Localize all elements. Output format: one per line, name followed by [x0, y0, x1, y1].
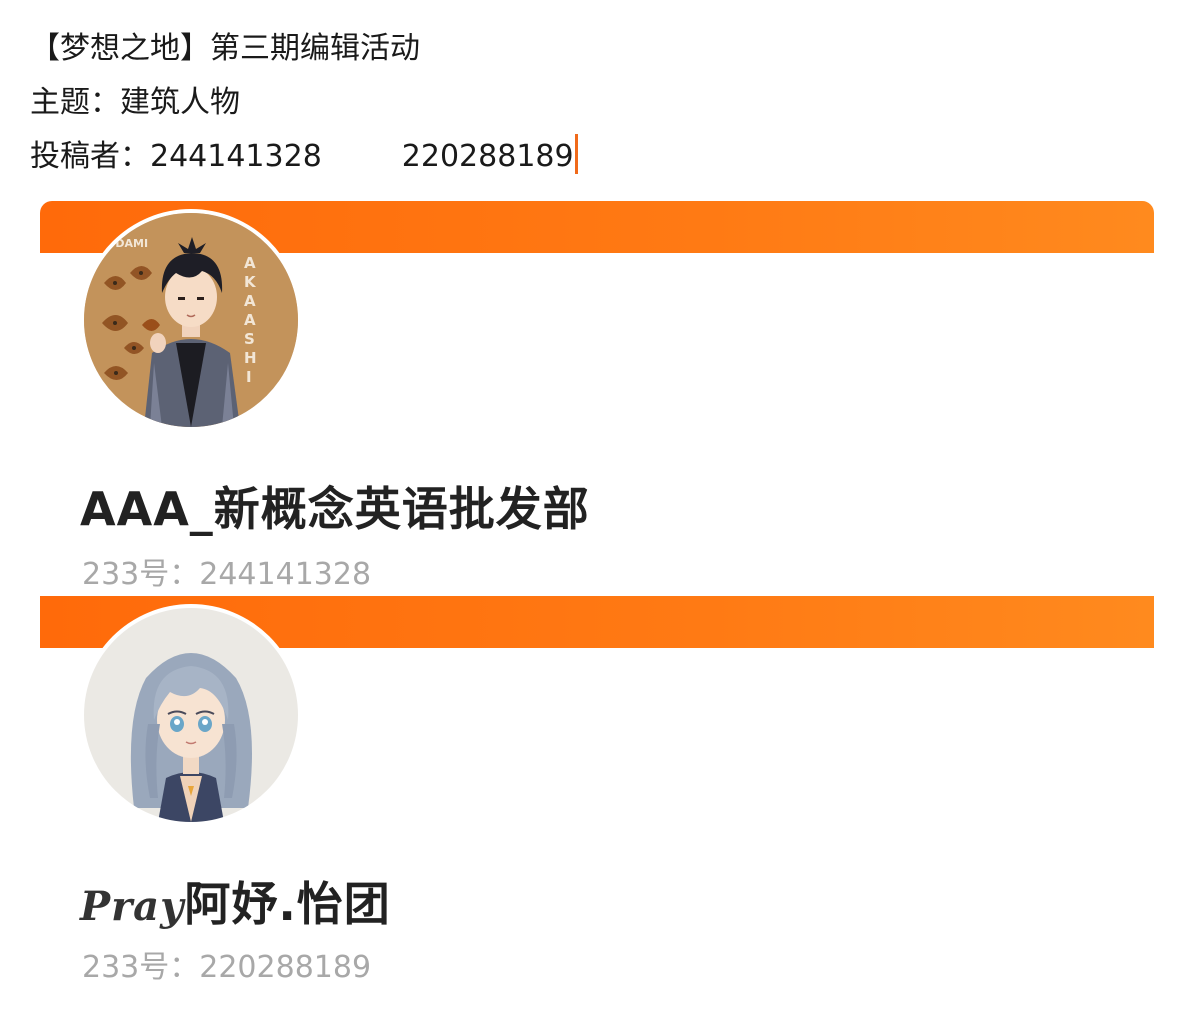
contributor-id-1: 244141328: [150, 139, 322, 174]
svg-text:K: K: [244, 273, 257, 291]
avatar-image-girl: [84, 608, 298, 822]
post-contributors: 投稿者：244141328 220288189: [30, 130, 1130, 184]
avatar-side-text: A K A A S H I: [244, 254, 257, 386]
profile-uid: 233号：220288189: [82, 950, 372, 985]
svg-text:H: H: [244, 349, 257, 367]
svg-text:I: I: [246, 368, 252, 386]
contributor-id-2: 220288189: [401, 139, 574, 174]
post-theme: 主题：建筑人物: [30, 85, 240, 120]
avatar[interactable]: A K A A S H I KODAMI: [84, 213, 298, 427]
profile-username: Pray阿妤.怡团: [80, 868, 391, 934]
username-script-prefix: Pray: [80, 883, 185, 930]
post-text[interactable]: 【梦想之地】第三期编辑活动 主题：建筑人物 投稿者：244141328 22028…: [30, 22, 1130, 184]
svg-text:A: A: [244, 292, 256, 310]
profile-username: AAA_新概念英语批发部: [80, 482, 590, 536]
profile-uid: 233号：244141328: [82, 557, 372, 592]
contributors-label: 投稿者：: [30, 139, 150, 174]
svg-text:S: S: [244, 330, 255, 348]
svg-text:A: A: [244, 311, 256, 329]
profile-card-1[interactable]: A K A A S H I KODAMI AAA_新概念英语批发部 233号：2…: [40, 201, 1154, 593]
post-title: 【梦想之地】第三期编辑活动: [30, 31, 420, 66]
username-text: 阿妤.怡团: [184, 877, 391, 931]
profile-card-2[interactable]: Pray阿妤.怡团 233号：220288189: [40, 596, 1154, 996]
svg-text:A: A: [244, 254, 256, 272]
avatar-image-boy: A K A A S H I KODAMI: [84, 213, 298, 427]
text-caret: [574, 134, 578, 174]
avatar[interactable]: [84, 608, 298, 822]
